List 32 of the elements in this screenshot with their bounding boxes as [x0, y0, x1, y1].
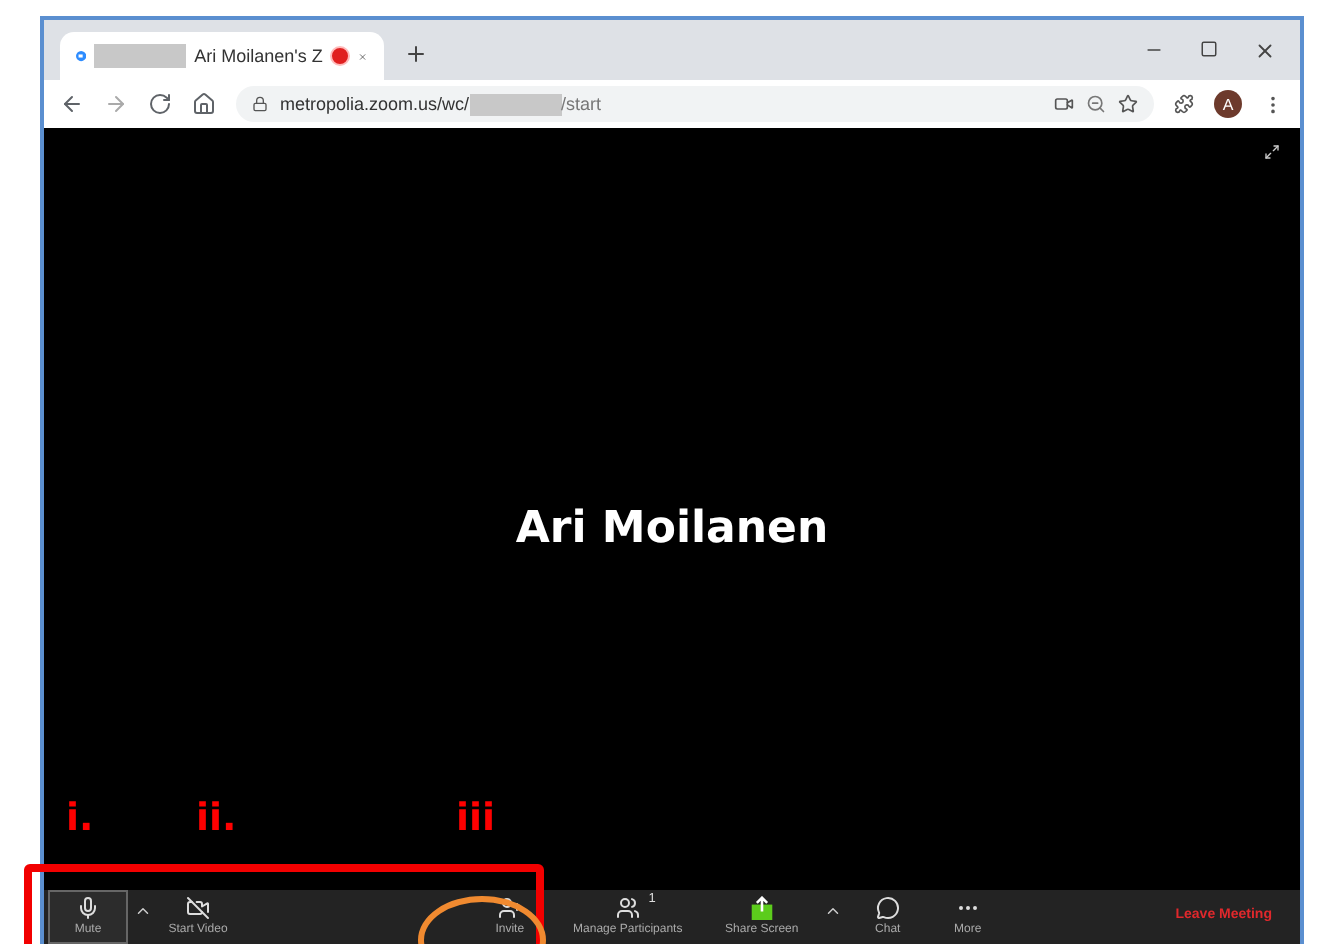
caret-icon[interactable] [134, 902, 152, 920]
people-icon [615, 896, 640, 920]
profile-avatar[interactable]: A [1214, 90, 1242, 118]
fullscreen-icon[interactable] [1264, 144, 1280, 160]
back-icon[interactable] [60, 92, 84, 116]
url-text: metropolia.zoom.us/wc/ [280, 94, 470, 114]
maximize-icon[interactable] [1200, 39, 1218, 57]
reload-icon[interactable] [148, 92, 172, 116]
annotation-label: i. [66, 796, 94, 840]
share-screen-icon [749, 896, 774, 920]
redaction-block [94, 44, 187, 68]
video-off-icon [186, 896, 210, 920]
chat-icon [875, 896, 900, 920]
home-icon[interactable] [192, 92, 216, 116]
new-tab-icon[interactable] [404, 42, 428, 66]
redaction-block [469, 93, 562, 115]
video-logo-icon [76, 46, 87, 66]
camera-icon[interactable] [1054, 94, 1074, 114]
microphone-icon [76, 896, 100, 920]
annotation-label: iii [456, 796, 496, 840]
star-icon[interactable] [1118, 94, 1138, 114]
annotation-label: ii. [196, 796, 237, 840]
participant-name: Ari Moilanen [515, 504, 829, 554]
extension-icon[interactable] [1174, 94, 1194, 114]
lock-icon [252, 96, 268, 112]
zoom-icon[interactable] [1086, 94, 1106, 114]
tab-title: Ari Moilanen's Z [194, 46, 323, 66]
close-icon[interactable] [1254, 39, 1276, 61]
url-text: /start [561, 94, 602, 114]
browser-tab[interactable]: Ari Moilanen's Z [60, 32, 384, 80]
address-field[interactable]: metropolia.zoom.us/wc/ /start [236, 86, 1154, 122]
caret-icon[interactable] [823, 902, 842, 920]
